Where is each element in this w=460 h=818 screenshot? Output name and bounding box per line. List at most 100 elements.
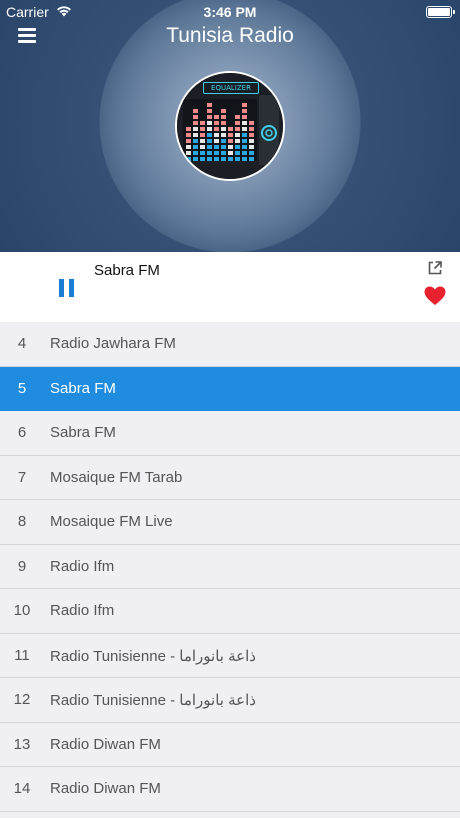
equalizer-bar-segment (200, 133, 205, 137)
equalizer-bar-segment (207, 109, 212, 113)
equalizer-bar-segment (228, 133, 233, 137)
equalizer-bar-segment (193, 109, 198, 113)
equalizer-bar-segment (214, 121, 219, 125)
equalizer-bar-segment (214, 151, 219, 155)
station-number: 12 (13, 691, 31, 708)
station-name: Sabra FM (50, 379, 116, 397)
header: Carrier 3:46 PM Tunisia Radio EQUALIZER (0, 0, 460, 252)
equalizer-bar-segment (235, 145, 240, 149)
equalizer-bar-segment (228, 157, 233, 161)
equalizer-bar-segment (242, 109, 247, 113)
equalizer-bar-segment (235, 121, 240, 125)
station-row[interactable]: 10 Radio Ifm (0, 589, 460, 634)
station-row[interactable]: 7 Mosaique FM Tarab (0, 456, 460, 500)
station-number: 13 (13, 735, 31, 753)
now-playing-title: Sabra FM (94, 262, 160, 279)
equalizer-bar-segment (235, 115, 240, 119)
equalizer-bar-segment (207, 139, 212, 143)
equalizer-bar-segment (235, 139, 240, 143)
equalizer-bar-segment (249, 151, 254, 155)
pause-icon[interactable] (59, 279, 75, 297)
station-number: 4 (17, 335, 27, 352)
equalizer-bar-segment (221, 139, 226, 143)
status-bar: Carrier 3:46 PM (0, 0, 460, 24)
station-row[interactable]: 11 Radio Tunisienne - ذاعة بانوراما (0, 634, 460, 678)
equalizer-bar-segment (249, 121, 254, 125)
equalizer-bar-segment (207, 145, 212, 149)
equalizer-bar-segment (193, 133, 198, 137)
equalizer-bar-segment (214, 145, 219, 149)
equalizer-bar-segment (207, 103, 212, 107)
equalizer-bar-segment (193, 145, 198, 149)
station-list: 4 Radio Jawhara FM 5 Sabra FM 6 Sabra FM 7 Mosa… (0, 322, 460, 818)
share-icon[interactable] (428, 261, 442, 275)
equalizer-bar-segment (242, 133, 247, 137)
station-name: Radio Tunisienne - ذاعة بانوراما (50, 692, 256, 709)
equalizer-bar-segment (193, 127, 198, 131)
equalizer-bar-segment (207, 133, 212, 137)
station-row[interactable]: 4 Radio Jawhara FM (0, 322, 460, 367)
station-row[interactable]: 5 Sabra FM (0, 366, 460, 411)
equalizer-bar-segment (242, 115, 247, 119)
station-name: Radio Ifm (50, 557, 115, 575)
equalizer-bar-segment (193, 139, 198, 143)
equalizer-bar-segment (242, 157, 247, 161)
station-number: 14 (13, 780, 31, 797)
station-name: Sabra FM (50, 424, 116, 441)
equalizer-bar-segment (221, 151, 226, 155)
equalizer-bar-segment (200, 139, 205, 143)
station-name: Radio Tunisienne - ذاعة بانوراما (50, 647, 256, 665)
equalizer-bar-segment (200, 145, 205, 149)
station-row[interactable]: 8 Mosaique FM Live (0, 500, 460, 545)
equalizer-bar-segment (193, 151, 198, 155)
equalizer-bar-segment (207, 127, 212, 131)
equalizer-bar-segment (228, 145, 233, 149)
station-number: 8 (17, 513, 27, 530)
equalizer-bar-segment (193, 157, 198, 161)
station-row[interactable]: 9 Radio Ifm (0, 545, 460, 589)
equalizer-bar-segment (221, 145, 226, 149)
station-logo: EQUALIZER (175, 71, 285, 181)
station-row[interactable]: 14 Radio Diwan FM (0, 767, 460, 812)
station-name: Radio Jawhara FM (50, 335, 176, 352)
station-row[interactable]: 13 Radio Diwan FM (0, 723, 460, 767)
equalizer-bar-segment (207, 151, 212, 155)
equalizer-bar-segment (235, 151, 240, 155)
equalizer-bar-segment (193, 115, 198, 119)
station-row[interactable]: 6 Sabra FM (0, 411, 460, 456)
equalizer-bar-segment (200, 157, 205, 161)
logo-text: EQUALIZER (203, 82, 259, 94)
heart-icon[interactable] (424, 286, 446, 306)
station-number: 11 (14, 646, 30, 664)
equalizer-bar-segment (186, 139, 191, 143)
equalizer-bar-segment (235, 157, 240, 161)
equalizer-bar-segment (214, 115, 219, 119)
equalizer-bar-segment (242, 139, 247, 143)
station-number: 6 (17, 424, 27, 441)
equalizer-bar-segment (249, 157, 254, 161)
equalizer-bar-segment (228, 127, 233, 131)
equalizer-bar-segment (221, 157, 226, 161)
equalizer-bar-segment (242, 121, 247, 125)
equalizer-bar-segment (186, 127, 191, 131)
equalizer-bar-segment (228, 151, 233, 155)
station-number: 7 (17, 468, 27, 486)
equalizer-bar-segment (242, 127, 247, 131)
station-row[interactable]: 12 Radio Tunisienne - ذاعة بانوراما (0, 678, 460, 723)
station-name: Mosaique FM Live (50, 513, 173, 530)
equalizer-bar-segment (249, 127, 254, 131)
station-number: 5 (17, 379, 27, 397)
status-time: 3:46 PM (203, 4, 257, 20)
station-name: Radio Ifm (50, 602, 115, 619)
equalizer-bar-segment (200, 121, 205, 125)
battery-icon (426, 6, 455, 18)
station-number: 9 (17, 557, 27, 575)
equalizer-bar-segment (200, 151, 205, 155)
equalizer-bar-segment (186, 145, 191, 149)
equalizer-bar-segment (193, 121, 198, 125)
station-number: 10 (13, 602, 31, 619)
app-title: Tunisia Radio (166, 24, 294, 47)
equalizer-bar-segment (221, 127, 226, 131)
equalizer-bar-segment (235, 127, 240, 131)
now-playing-bar: Sabra FM (0, 252, 460, 326)
